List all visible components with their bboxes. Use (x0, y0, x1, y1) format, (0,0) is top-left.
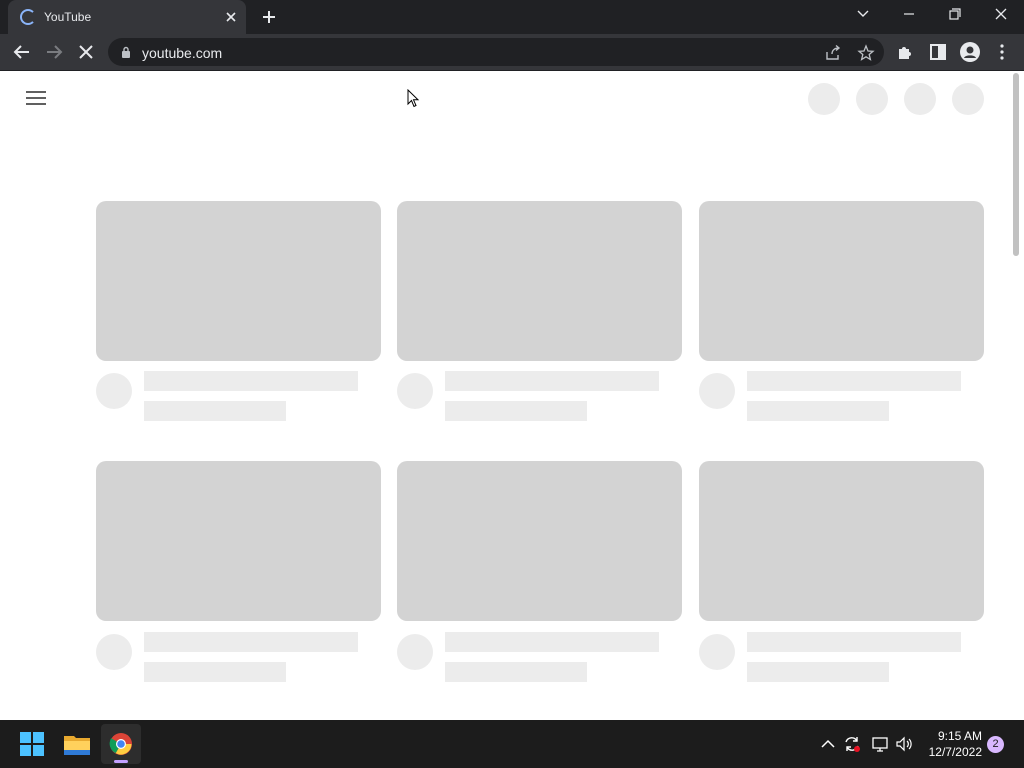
video-meta-skeleton (144, 401, 286, 421)
video-meta-skeleton (747, 401, 889, 421)
channel-avatar-skeleton (699, 634, 735, 670)
header-placeholder-circle (856, 83, 888, 115)
browser-toolbar: youtube.com (0, 34, 1024, 71)
video-thumbnail-skeleton (699, 461, 984, 621)
extensions-icon[interactable] (894, 40, 918, 64)
share-icon[interactable] (824, 44, 842, 62)
clock-date[interactable]: 12/7/2022 (918, 745, 982, 759)
channel-avatar-skeleton (397, 634, 433, 670)
video-title-skeleton (445, 371, 659, 391)
tab-title: YouTube (44, 10, 92, 24)
video-meta-skeleton (747, 662, 889, 682)
video-thumbnail-skeleton (96, 201, 381, 361)
chrome-icon (109, 733, 132, 755)
new-tab-button[interactable] (258, 6, 280, 28)
scrollbar-thumb[interactable] (1013, 73, 1019, 256)
clock-time[interactable]: 9:15 AM (918, 729, 982, 743)
channel-avatar-skeleton (96, 373, 132, 409)
sync-icon[interactable] (842, 734, 862, 754)
video-thumbnail-skeleton (699, 201, 984, 361)
tab-youtube[interactable]: YouTube (8, 0, 246, 34)
video-thumbnail-skeleton (397, 201, 682, 361)
active-app-indicator (114, 760, 128, 763)
video-thumbnail-skeleton (397, 461, 682, 621)
hamburger-menu-icon[interactable] (26, 90, 46, 106)
windows-start-icon[interactable] (12, 724, 52, 764)
more-menu-icon[interactable] (990, 40, 1014, 64)
bookmark-star-icon[interactable] (857, 44, 875, 62)
channel-avatar-skeleton (397, 373, 433, 409)
chrome-taskbar-button[interactable] (101, 724, 141, 764)
header-placeholder-circle (904, 83, 936, 115)
header-placeholder-circle (952, 83, 984, 115)
tab-strip: YouTube (0, 0, 1024, 34)
folder-icon[interactable] (57, 724, 97, 764)
restore-button[interactable] (932, 0, 978, 30)
url-text: youtube.com (142, 45, 223, 61)
network-icon[interactable] (870, 734, 890, 754)
video-title-skeleton (144, 632, 358, 652)
mouse-cursor-icon (407, 89, 420, 108)
video-title-skeleton (445, 632, 659, 652)
address-bar[interactable]: youtube.com (108, 38, 884, 66)
channel-avatar-skeleton (96, 634, 132, 670)
profile-icon[interactable] (958, 40, 982, 64)
video-meta-skeleton (445, 401, 587, 421)
stop-loading-button[interactable] (74, 40, 98, 64)
video-title-skeleton (747, 371, 961, 391)
back-button[interactable] (10, 40, 34, 64)
page-scrollbar[interactable] (1008, 71, 1024, 720)
volume-icon[interactable] (894, 734, 914, 754)
windows-taskbar: 9:15 AM 12/7/2022 2 (0, 720, 1024, 768)
header-placeholder-circle (808, 83, 840, 115)
video-meta-skeleton (445, 662, 587, 682)
tab-search-chevron-icon[interactable] (840, 0, 886, 30)
web-page (0, 71, 1024, 720)
loading-spinner-icon (20, 9, 36, 25)
notification-badge[interactable]: 2 (987, 736, 1004, 753)
video-title-skeleton (747, 632, 961, 652)
chevron-up-icon[interactable] (818, 734, 838, 754)
video-title-skeleton (144, 371, 358, 391)
close-window-button[interactable] (978, 0, 1024, 30)
side-panel-icon[interactable] (926, 40, 950, 64)
video-thumbnail-skeleton (96, 461, 381, 621)
minimize-button[interactable] (886, 0, 932, 30)
close-tab-icon[interactable] (222, 8, 240, 26)
forward-button[interactable] (42, 40, 66, 64)
lock-icon[interactable] (120, 46, 132, 58)
video-meta-skeleton (144, 662, 286, 682)
channel-avatar-skeleton (699, 373, 735, 409)
